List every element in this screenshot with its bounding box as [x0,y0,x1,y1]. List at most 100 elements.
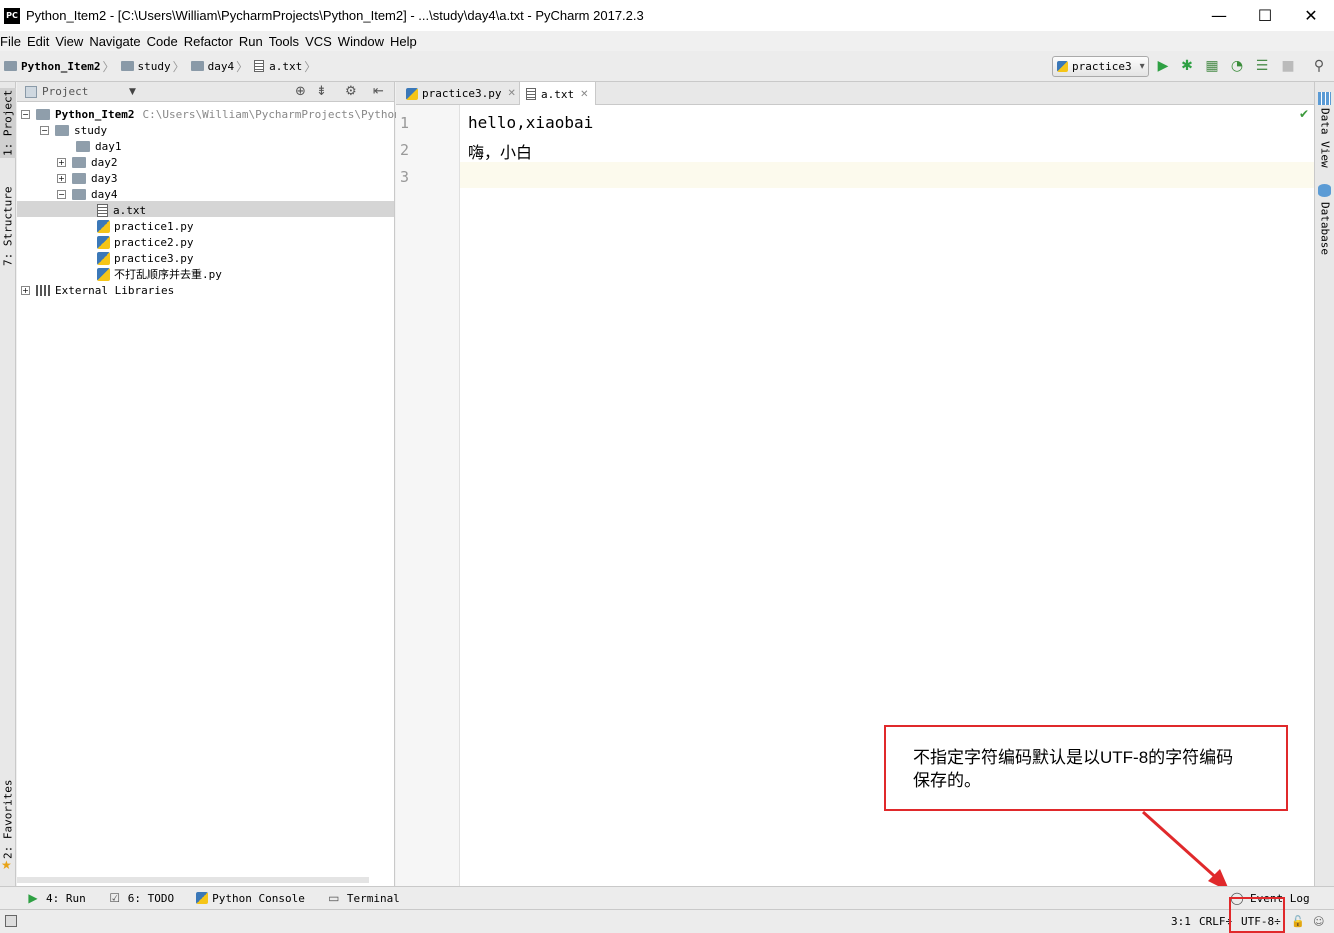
breadcrumb-project[interactable]: Python_Item2 [4,60,100,73]
tree-item-root[interactable]: − Python_Item2 C:\Users\William\PycharmP… [21,106,414,122]
folder-icon [72,156,86,168]
menu-run[interactable]: Run [236,34,266,49]
chevron-down-icon: ▾ [1139,61,1145,72]
breadcrumb-separator-icon: 〉 [304,59,317,74]
tab-practice3-py[interactable]: practice3.py ✕ [400,82,522,105]
selected-row-highlight [17,201,394,217]
folder-icon [76,140,90,152]
folder-icon [72,172,86,184]
window-title: Python_Item2 - [C:\Users\William\Pycharm… [26,8,644,23]
horizontal-scrollbar[interactable] [17,877,369,883]
folder-icon [120,61,134,71]
breadcrumb-study[interactable]: study [120,60,171,73]
menu-view[interactable]: View [52,34,86,49]
debug-icon[interactable]: ✱ [1179,58,1195,74]
tree-item-day4[interactable]: − day4 [57,186,118,202]
close-tab-icon[interactable]: ✕ [507,88,515,99]
menu-navigate[interactable]: Navigate [86,34,143,49]
library-icon [36,284,50,296]
tab-terminal[interactable]: ▭ Terminal [327,891,400,905]
tree-item-practice3[interactable]: practice3.py [97,250,193,266]
project-view-icon [25,85,37,98]
tab-run[interactable]: ▶ 4: Run [26,891,85,905]
collapse-icon[interactable]: − [57,189,66,199]
tab-favorites[interactable]: 2: Favorites [0,778,16,860]
python-file-icon [97,267,110,281]
scroll-from-source-icon[interactable]: ⊕ [295,84,306,99]
code-line: 嗨，小白 [468,143,533,162]
encoding-highlight-box [1229,897,1285,933]
run-icon[interactable]: ▶ [1155,58,1171,74]
menu-tools[interactable]: Tools [266,34,302,49]
collapse-icon[interactable]: − [21,109,30,119]
tab-data-view[interactable]: Data View [1317,108,1333,168]
coverage-icon[interactable]: ▦ [1204,58,1220,74]
right-tool-strip: Data View Database [1314,82,1334,886]
line-number-gutter: 1 2 3 [396,105,460,886]
tab-structure[interactable]: 7: Structure [0,182,16,270]
menu-file[interactable]: File [0,34,24,49]
terminal-icon: ▭ [328,891,340,905]
tree-item-day1[interactable]: day1 [76,138,122,154]
code-line: hello,xiaobai [468,113,594,132]
database-icon [1318,184,1331,197]
collapse-all-icon[interactable]: ⇟ [316,84,327,99]
minimize-button[interactable]: — [1196,0,1242,31]
expand-icon[interactable]: + [21,285,30,295]
project-panel: Project ▼ ⊕ ⇟ ⚙ ⇤ − Python_Item2 C:\User… [17,82,414,886]
tree-item-practice1[interactable]: practice1.py [97,218,193,234]
collapse-icon[interactable]: − [40,125,49,135]
stop-icon[interactable]: ■ [1280,58,1296,74]
maximize-button[interactable]: ☐ [1242,0,1288,31]
view-selector-chevron-icon[interactable]: ▼ [129,87,136,97]
expand-icon[interactable]: + [57,157,66,167]
search-icon[interactable]: ⚲ [1311,58,1327,74]
folder-icon [72,188,86,200]
menu-help[interactable]: Help [387,34,420,49]
tab-todo[interactable]: ☑ 6: TODO [108,891,174,905]
python-file-icon [97,219,110,233]
profile-icon[interactable]: ◔ [1229,58,1245,74]
close-window-button[interactable]: ✕ [1288,0,1334,31]
menu-code[interactable]: Code [144,34,181,49]
concurrency-icon[interactable]: ☰ [1254,58,1270,74]
text-file-icon [526,88,536,100]
caret-position[interactable]: 3:1 [1171,915,1191,928]
tree-item-practice2[interactable]: practice2.py [97,234,193,250]
run-configuration-select[interactable]: practice3 ▾ [1052,56,1149,77]
menu-vcs[interactable]: VCS [302,34,335,49]
tree-item-a-txt[interactable]: a.txt [97,202,146,218]
breadcrumb-file[interactable]: a.txt [254,60,302,73]
expand-icon[interactable]: + [57,173,66,183]
tree-item-day3[interactable]: + day3 [57,170,118,186]
folder-icon [4,61,17,71]
menu-edit[interactable]: Edit [24,34,52,49]
star-icon: ★ [1,858,12,872]
tab-database[interactable]: Database [1317,200,1333,256]
callout-line-2: 保存的。 [913,771,981,790]
python-console-icon [196,892,209,904]
breadcrumb-day4[interactable]: day4 [190,60,234,73]
tab-project[interactable]: 1: Project [0,88,16,158]
tree-item-dedupe-py[interactable]: 不打乱顺序并去重.py [97,266,222,282]
settings-gear-icon[interactable]: ⚙ [345,84,357,99]
hector-icon[interactable]: ☺ [1313,915,1324,928]
hide-panel-icon[interactable]: ⇤ [373,84,384,99]
editor-tab-bar: practice3.py ✕ a.txt ✕ [396,82,1314,106]
python-file-icon [97,251,110,265]
folder-icon [36,108,50,120]
lock-icon[interactable]: 🔓 [1291,915,1305,928]
tab-a-txt[interactable]: a.txt ✕ [519,82,596,106]
close-tab-icon[interactable]: ✕ [580,89,588,100]
folder-icon [55,124,69,136]
tree-item-study[interactable]: − study [40,122,107,138]
breadcrumb-separator-icon: 〉 [172,59,185,74]
menu-refactor[interactable]: Refactor [181,34,236,49]
tree-item-day2[interactable]: + day2 [57,154,118,170]
line-number: 2 [400,141,410,159]
tool-windows-toggle-icon[interactable] [5,915,17,927]
line-separator-selector[interactable]: CRLF÷ [1199,915,1232,928]
menu-window[interactable]: Window [335,34,387,49]
tab-python-console[interactable]: Python Console [196,892,305,905]
tree-item-external-libraries[interactable]: + External Libraries [21,282,174,298]
